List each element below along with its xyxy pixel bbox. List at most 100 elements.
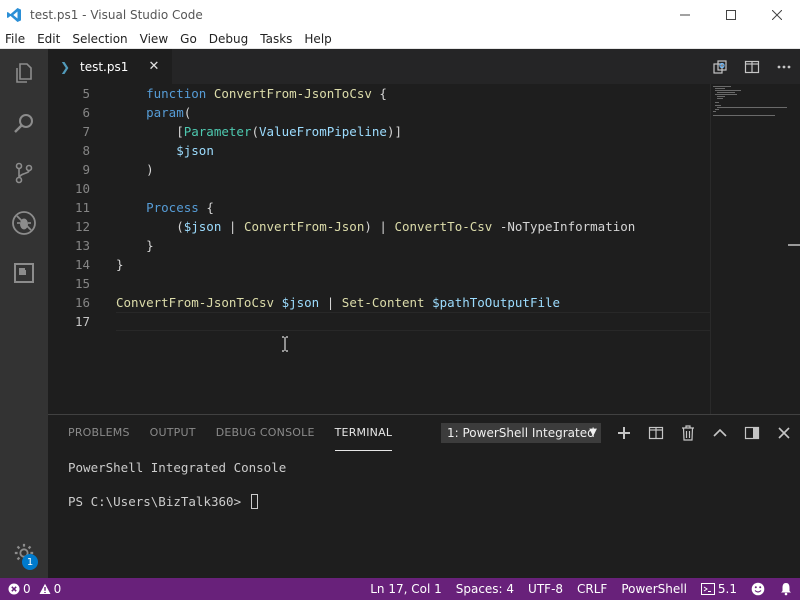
menu-selection[interactable]: Selection bbox=[66, 32, 133, 46]
code-line: ConvertFrom-JsonToCsv $json | Set-Conten… bbox=[116, 295, 561, 310]
minimize-button[interactable] bbox=[662, 0, 708, 29]
tab-terminal[interactable]: TERMINAL bbox=[334, 415, 393, 451]
toggle-panel-position-icon[interactable] bbox=[736, 415, 768, 451]
panel-actions bbox=[608, 415, 800, 451]
debug-icon[interactable] bbox=[0, 199, 48, 247]
terminal-select-value: 1: PowerShell Integrated bbox=[447, 426, 595, 440]
error-count: 0 bbox=[23, 582, 31, 596]
language-mode[interactable]: PowerShell bbox=[614, 578, 694, 600]
tab-test-ps1[interactable]: ❯ test.ps1 ✕ bbox=[48, 49, 172, 84]
terminal-prompt: PS C:\Users\BizTalk360> bbox=[68, 494, 249, 509]
menu-tasks[interactable]: Tasks bbox=[254, 32, 298, 46]
code-line: } bbox=[116, 238, 154, 253]
line-number: 11 bbox=[74, 200, 90, 215]
close-panel-icon[interactable] bbox=[768, 415, 800, 451]
title-bar: test.ps1 - Visual Studio Code bbox=[0, 0, 800, 29]
menu-edit[interactable]: Edit bbox=[31, 32, 66, 46]
editor-tab-bar: ❯ test.ps1 ✕ bbox=[48, 49, 800, 84]
line-number: 15 bbox=[74, 276, 90, 291]
terminal-select-dropdown[interactable]: 1: PowerShell Integrated ▼ bbox=[441, 423, 601, 443]
status-problems[interactable]: 0 0 bbox=[0, 578, 61, 600]
menu-go[interactable]: Go bbox=[174, 32, 203, 46]
terminal-output[interactable]: PowerShell Integrated Console PS C:\User… bbox=[68, 459, 286, 510]
code-line: [Parameter(ValueFromPipeline)] bbox=[116, 124, 402, 139]
error-icon bbox=[8, 583, 20, 595]
line-number: 8 bbox=[82, 143, 90, 158]
code-line: ($json | ConvertFrom-Json) | ConvertTo-C… bbox=[116, 219, 636, 234]
code-line: param( bbox=[146, 105, 192, 120]
vscode-logo-icon bbox=[6, 7, 22, 23]
more-actions-icon[interactable] bbox=[768, 49, 800, 84]
warning-count: 0 bbox=[53, 582, 62, 596]
split-terminal-icon[interactable] bbox=[640, 415, 672, 451]
window-title: test.ps1 - Visual Studio Code bbox=[30, 7, 203, 22]
editor-actions bbox=[704, 49, 800, 84]
search-icon[interactable] bbox=[0, 99, 48, 147]
code-line: } bbox=[116, 257, 124, 272]
code-line: function ConvertFrom-JsonToCsv { bbox=[146, 86, 387, 101]
dropdown-caret-icon: ▼ bbox=[589, 427, 597, 438]
tab-debug-console[interactable]: DEBUG CONSOLE bbox=[216, 415, 315, 451]
kill-terminal-trash-icon[interactable] bbox=[672, 415, 704, 451]
menu-help[interactable]: Help bbox=[298, 32, 337, 46]
line-number-active: 17 bbox=[74, 314, 90, 329]
line-number: 10 bbox=[74, 181, 90, 196]
mouse-ibeam-cursor-icon bbox=[281, 336, 289, 352]
notification-badge: 1 bbox=[22, 554, 38, 570]
cursor-position[interactable]: Ln 17, Col 1 bbox=[363, 578, 449, 600]
new-terminal-icon[interactable] bbox=[608, 415, 640, 451]
extensions-icon[interactable] bbox=[0, 249, 48, 297]
line-number: 14 bbox=[74, 257, 90, 272]
line-number: 5 bbox=[82, 86, 90, 101]
line-number-gutter: 5 6 7 8 9 10 11 12 13 14 15 16 17 bbox=[48, 84, 98, 331]
explorer-icon[interactable] bbox=[0, 49, 48, 97]
code-line: Process { bbox=[146, 200, 214, 215]
feedback-smiley-icon[interactable] bbox=[744, 578, 772, 600]
file-encoding[interactable]: UTF-8 bbox=[521, 578, 570, 600]
terminal-cursor bbox=[250, 494, 258, 509]
bottom-panel: PROBLEMS OUTPUT DEBUG CONSOLE TERMINAL 1… bbox=[48, 414, 800, 578]
terminal-prompt-line: PS C:\Users\BizTalk360> bbox=[68, 493, 286, 510]
line-number: 12 bbox=[74, 219, 90, 234]
maximize-panel-chevron-up-icon[interactable] bbox=[704, 415, 736, 451]
source-control-icon[interactable] bbox=[0, 149, 48, 197]
notifications-bell-icon[interactable] bbox=[772, 578, 800, 600]
code-editor[interactable]: 5 6 7 8 9 10 11 12 13 14 15 16 17 functi… bbox=[48, 84, 800, 414]
tab-problems[interactable]: PROBLEMS bbox=[68, 415, 130, 451]
tab-label: test.ps1 bbox=[80, 59, 129, 74]
line-number: 16 bbox=[74, 295, 90, 310]
end-of-line[interactable]: CRLF bbox=[570, 578, 614, 600]
line-number: 9 bbox=[82, 162, 90, 177]
scrollbar-position-marker[interactable] bbox=[788, 244, 800, 246]
code-line: $json bbox=[176, 143, 214, 158]
line-number: 6 bbox=[82, 105, 90, 120]
indentation[interactable]: Spaces: 4 bbox=[449, 578, 521, 600]
tab-output[interactable]: OUTPUT bbox=[150, 415, 196, 451]
settings-gear-icon[interactable] bbox=[0, 529, 48, 577]
powershell-version[interactable]: 5.1 bbox=[694, 578, 744, 600]
menu-file[interactable]: File bbox=[0, 32, 31, 46]
line-number: 13 bbox=[74, 238, 90, 253]
powershell-version-value: 5.1 bbox=[717, 582, 737, 596]
menu-debug[interactable]: Debug bbox=[203, 32, 254, 46]
status-bar: 0 0 Ln 17, Col 1 Spaces: 4 UTF-8 CRLF Po… bbox=[0, 578, 800, 600]
menu-view[interactable]: View bbox=[134, 32, 174, 46]
minimap[interactable] bbox=[710, 84, 800, 414]
terminal-line: PowerShell Integrated Console bbox=[68, 460, 287, 475]
tab-close-icon[interactable]: ✕ bbox=[144, 59, 164, 74]
activity-bar: 1 bbox=[0, 49, 48, 578]
code-lines[interactable]: function ConvertFrom-JsonToCsv { param( … bbox=[116, 84, 710, 331]
menu-bar: File Edit Selection View Go Debug Tasks … bbox=[0, 29, 800, 49]
open-changes-icon[interactable] bbox=[704, 49, 736, 84]
maximize-button[interactable] bbox=[708, 0, 754, 29]
powershell-file-icon: ❯ bbox=[60, 59, 71, 74]
close-window-button[interactable] bbox=[754, 0, 800, 29]
split-editor-icon[interactable] bbox=[736, 49, 768, 84]
status-bar-right: Ln 17, Col 1 Spaces: 4 UTF-8 CRLF PowerS… bbox=[363, 578, 800, 600]
warning-icon bbox=[39, 583, 51, 595]
code-line: ) bbox=[116, 162, 154, 177]
code-line-active bbox=[116, 312, 710, 331]
